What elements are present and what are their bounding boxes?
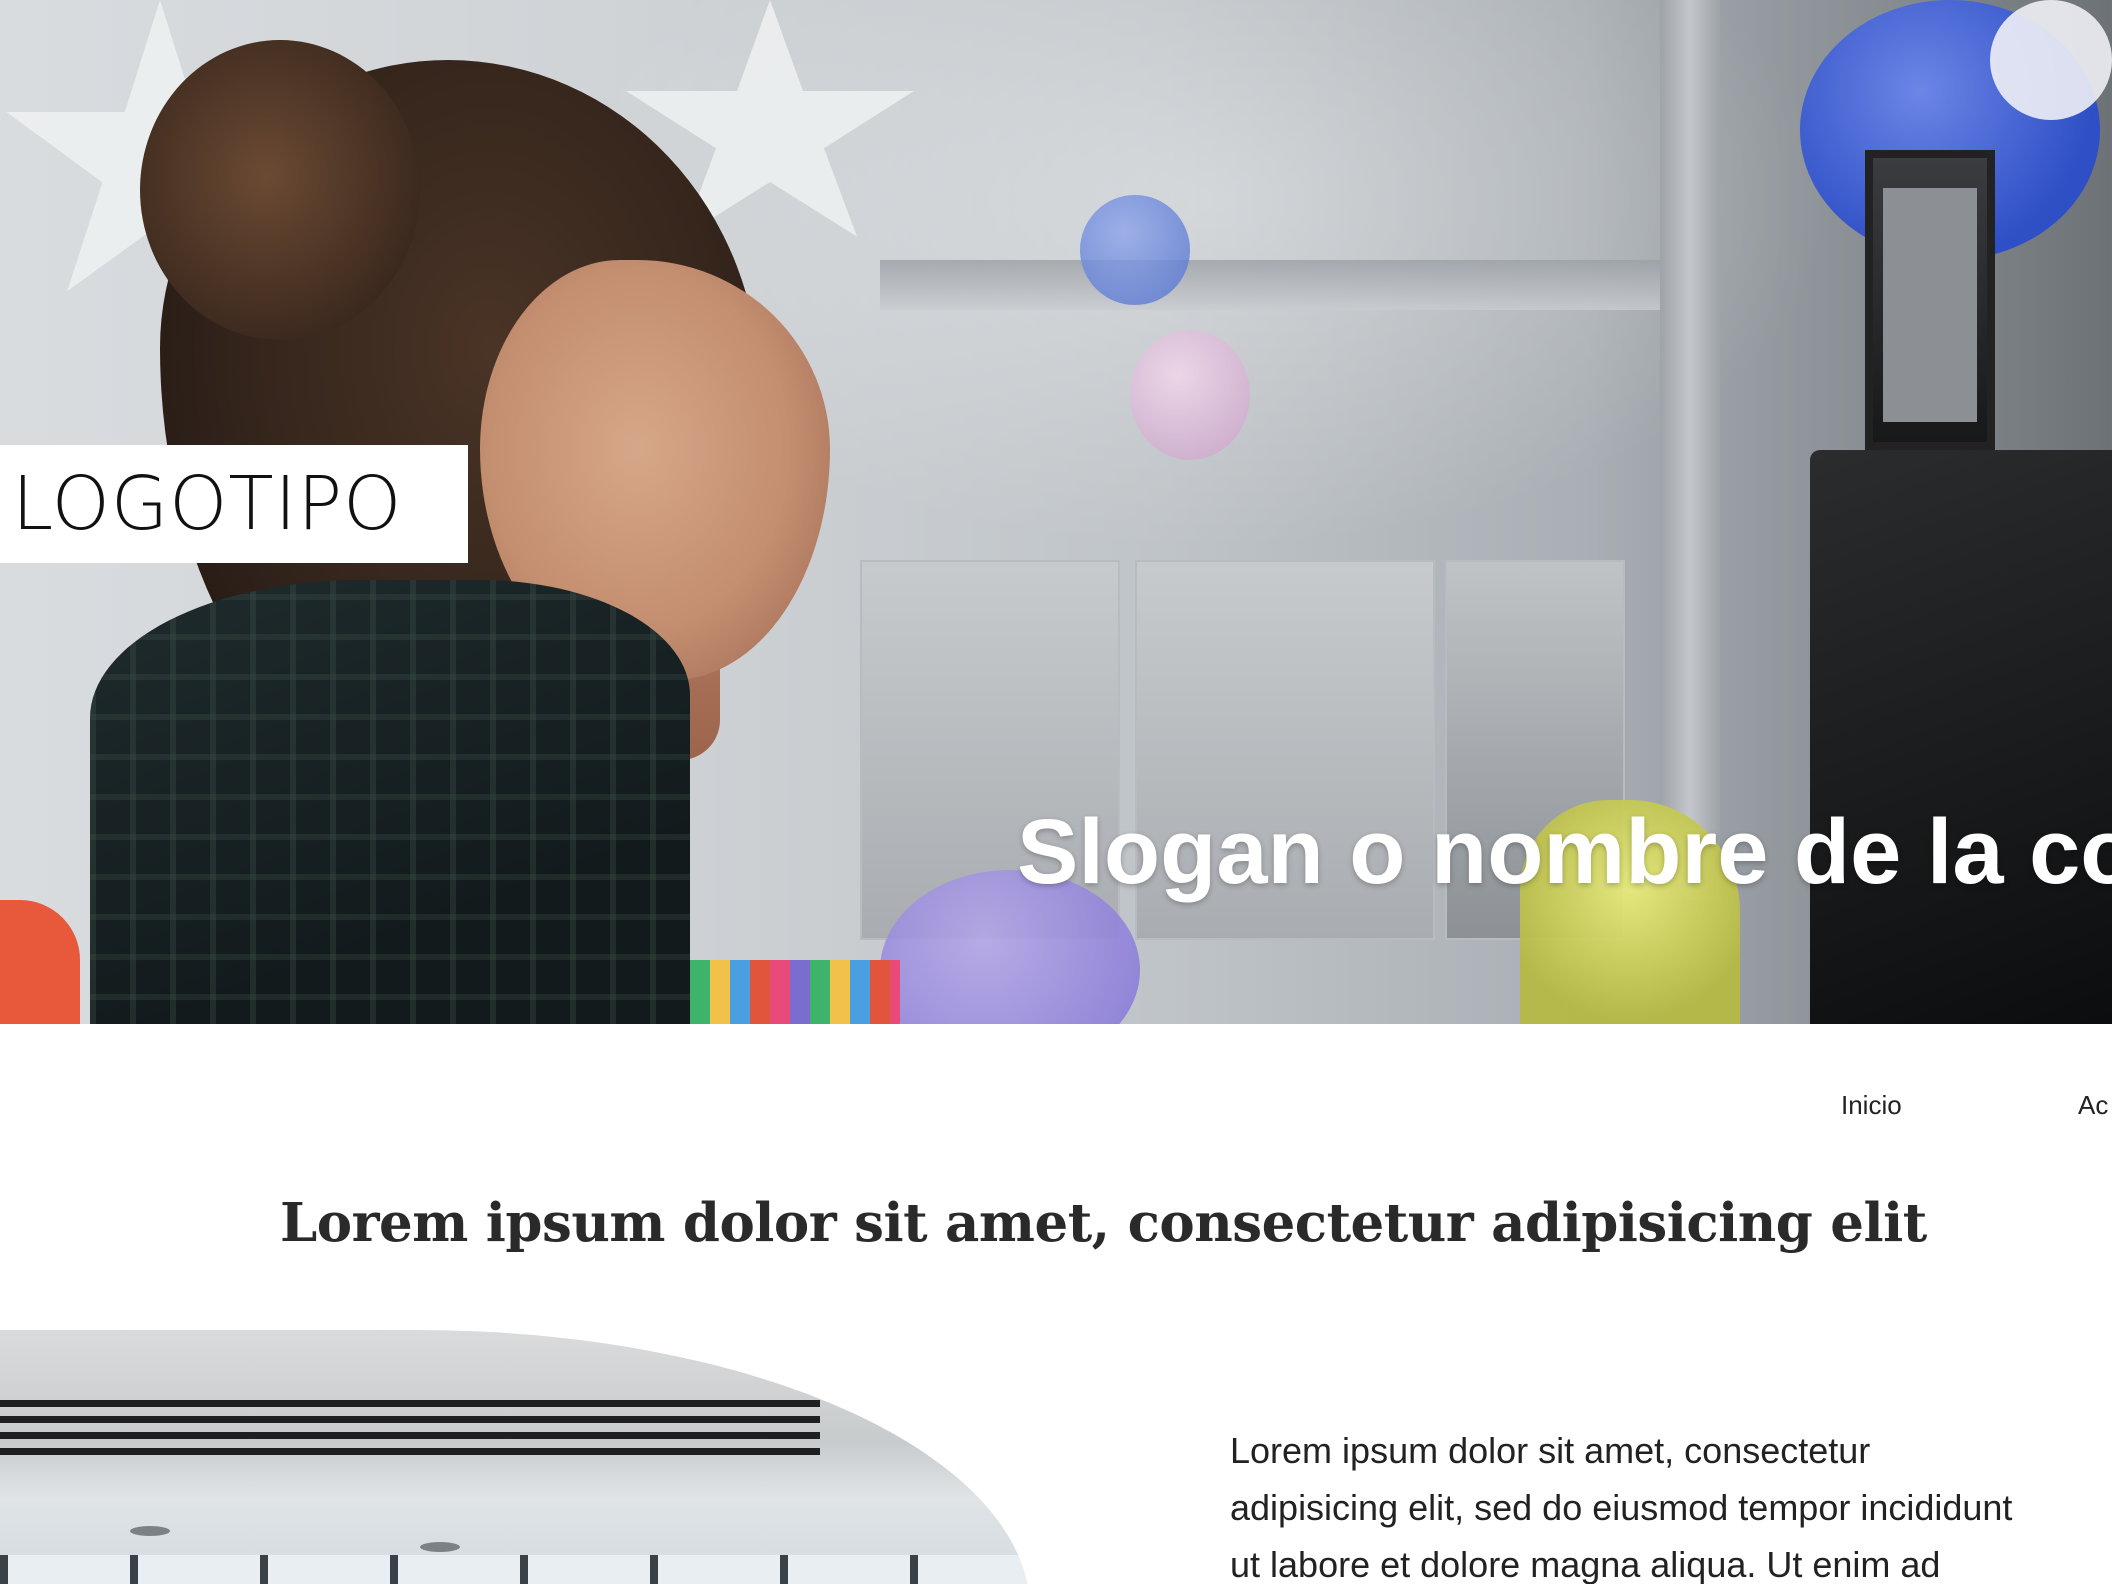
ceiling-vent — [0, 1432, 820, 1439]
section-title: Lorem ipsum dolor sit amet, consectetur … — [280, 1192, 1927, 1254]
ceiling-vent — [0, 1448, 820, 1455]
ceiling-light — [130, 1526, 170, 1536]
nav-item-ac[interactable]: Ac — [2078, 1090, 2108, 1121]
main-nav: Inicio Ac — [0, 1090, 2112, 1120]
monitor — [1810, 450, 2112, 1024]
body-text: Lorem ipsum dolor sit amet, consectetur … — [1230, 1430, 2013, 1584]
hero-image: LOGOTIPO Slogan o nombre de la cor — [0, 0, 2112, 1024]
page: LOGOTIPO Slogan o nombre de la cor Inici… — [0, 0, 2112, 1584]
balloon — [1080, 195, 1190, 305]
ceiling-vent — [0, 1416, 820, 1423]
nav-item-inicio[interactable]: Inicio — [1841, 1090, 1902, 1121]
hero-slogan: Slogan o nombre de la cor — [1017, 801, 2112, 903]
person-jacket — [90, 580, 690, 1024]
ceiling-light — [420, 1542, 460, 1552]
office-shelf — [880, 260, 1660, 310]
ceiling-vent — [0, 1400, 820, 1407]
person-hair-bun — [140, 40, 420, 340]
logo-text: LOGOTIPO — [12, 461, 403, 547]
chair — [0, 900, 80, 1024]
logo[interactable]: LOGOTIPO — [0, 445, 468, 563]
monitor — [1865, 150, 1995, 450]
balloon — [1990, 0, 2112, 120]
office-windows — [0, 1555, 1030, 1584]
office-image — [0, 1330, 1030, 1584]
office-pillar — [1660, 0, 1720, 900]
balloon — [1130, 330, 1250, 460]
